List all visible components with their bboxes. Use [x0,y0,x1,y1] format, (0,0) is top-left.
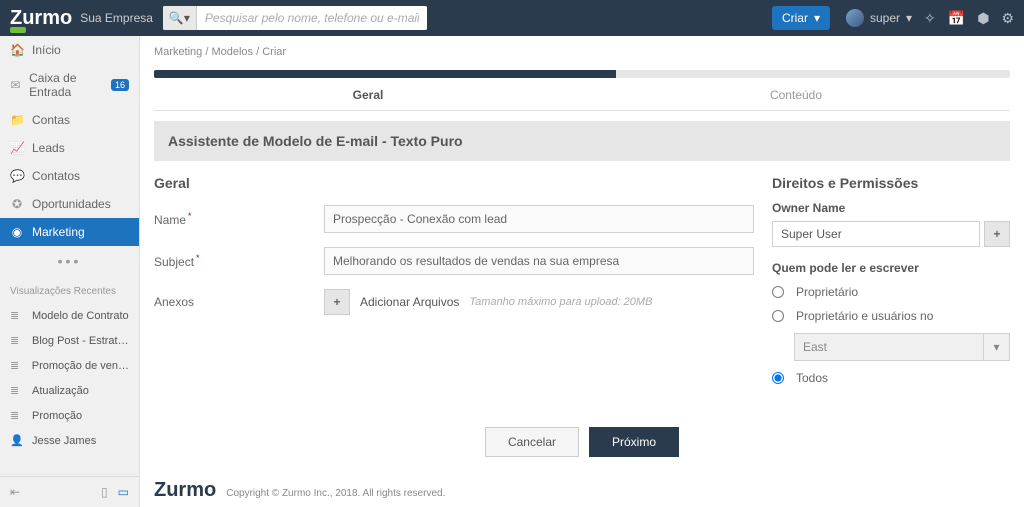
wand-icon[interactable]: ✧ [924,10,936,27]
name-input[interactable] [324,205,754,233]
recent-views-title: Visualizações Recentes [0,276,139,303]
rights-panel: Direitos e Permissões Owner Name + Quem … [772,175,1010,395]
sidebar-item-leads[interactable]: 📈Leads [0,134,139,162]
user-name: super [870,11,900,25]
cube-icon[interactable]: ⬢ [977,10,989,27]
group-select[interactable]: East ▾ [794,333,1010,361]
dot-icon: ◉ [10,225,24,239]
radio-everyone-label: Todos [796,371,828,385]
home-icon: 🏠 [10,43,24,57]
folder-icon: 📁 [10,113,24,127]
company-name: Sua Empresa [80,11,153,25]
section-title-geral: Geral [154,175,754,191]
sidebar-item-inbox[interactable]: ✉Caixa de Entrada16 [0,64,139,106]
topbar: Zurmo Sua Empresa 🔍▾ Criar▾ super ▾ ✧ 📅 … [0,0,1024,36]
chevron-down-icon: ▾ [906,11,912,25]
name-label: Name [154,211,324,227]
top-icons: super ▾ ✧ 📅 ⬢ ⚙ [846,9,1014,27]
breadcrumb-modelos[interactable]: Modelos [211,46,253,58]
desktop-icon[interactable]: ▭ [118,485,129,499]
sidebar-item-contas[interactable]: 📁Contas [0,106,139,134]
subject-label: Subject [154,253,324,269]
chat-icon: 💬 [10,169,24,183]
recent-item[interactable]: ≣Atualização [0,378,139,403]
radio-owner-label: Proprietário [796,285,858,299]
sidebar-more[interactable]: ••• [0,246,139,276]
stack-icon: ≣ [10,409,24,422]
add-attachment-label[interactable]: Adicionar Arquivos [360,295,459,309]
progress-bar-fill [154,70,616,78]
form-general: Geral Name Subject Anexos + Adicionar Ar… [154,175,754,395]
breadcrumb-marketing[interactable]: Marketing [154,46,202,58]
footer-logo: Zurmo [154,479,216,502]
stack-icon: ≣ [10,334,24,347]
who-can-label: Quem pode ler e escrever [772,261,1010,275]
recent-item[interactable]: ≣Blog Post - Estrat… [0,328,139,353]
user-menu[interactable]: super ▾ [846,9,912,27]
radio-owner[interactable] [772,286,784,298]
subject-input[interactable] [324,247,754,275]
tab-geral[interactable]: Geral [154,78,582,110]
breadcrumb-current: Criar [262,46,286,58]
search-group: 🔍▾ [163,6,427,30]
attachments-label: Anexos [154,295,324,309]
stack-icon: ≣ [10,359,24,372]
next-button[interactable]: Próximo [589,427,679,457]
cancel-button[interactable]: Cancelar [485,427,579,457]
search-input[interactable] [197,6,427,30]
owner-name-label: Owner Name [772,201,1010,215]
stack-icon: ≣ [10,384,24,397]
radio-owner-group-label: Proprietário e usuários no [796,309,933,323]
recent-item[interactable]: ≣Promoção [0,403,139,428]
rights-title: Direitos e Permissões [772,175,1010,191]
radio-everyone[interactable] [772,372,784,384]
chart-icon: 📈 [10,141,24,155]
wizard-tabs: Geral Conteúdo [154,78,1010,111]
recent-item[interactable]: 👤Jesse James [0,428,139,453]
radio-owner-group[interactable] [772,310,784,322]
group-select-value[interactable]: East [794,333,984,361]
search-icon: 🔍 [169,11,184,25]
chevron-down-icon: ▾ [814,11,820,25]
footer-copyright: Copyright © Zurmo Inc., 2018. All rights… [226,488,445,499]
stack-icon: ≣ [10,309,24,322]
owner-input[interactable] [772,221,980,247]
inbox-badge: 16 [111,79,129,91]
panel-title: Assistente de Modelo de E-mail - Texto P… [154,121,1010,161]
calendar-icon[interactable]: 📅 [948,10,965,27]
avatar [846,9,864,27]
app-logo[interactable]: Zurmo [10,7,72,30]
sidebar-item-contatos[interactable]: 💬Contatos [0,162,139,190]
recent-item[interactable]: ≣Promoção de ven… [0,353,139,378]
wizard-progress [154,70,1010,78]
target-icon: ✪ [10,197,24,211]
sidebar-bottom: ⇤ ▯ ▭ [0,476,139,507]
add-attachment-button[interactable]: + [324,289,350,315]
sidebar: 🏠Início ✉Caixa de Entrada16 📁Contas 📈Lea… [0,36,140,507]
breadcrumb: Marketing / Modelos / Criar [140,36,1024,64]
chevron-down-icon[interactable]: ▾ [984,333,1010,361]
footer: Zurmo Copyright © Zurmo Inc., 2018. All … [140,479,1024,507]
sidebar-item-marketing[interactable]: ◉Marketing [0,218,139,246]
main-content: Marketing / Modelos / Criar Geral Conteú… [140,36,1024,507]
person-icon: 👤 [10,434,24,447]
mail-icon: ✉ [10,78,21,92]
gear-icon[interactable]: ⚙ [1001,10,1014,27]
collapse-icon[interactable]: ⇤ [10,485,20,499]
attachment-hint: Tamanho máximo para upload: 20MB [469,296,652,308]
tab-conteudo[interactable]: Conteúdo [582,78,1010,110]
create-button[interactable]: Criar▾ [772,6,830,30]
sidebar-item-oportunidades[interactable]: ✪Oportunidades [0,190,139,218]
mobile-icon[interactable]: ▯ [101,485,108,499]
wizard-buttons: Cancelar Próximo [140,409,1024,479]
owner-picker-button[interactable]: + [984,221,1010,247]
recent-item[interactable]: ≣Modelo de Contrato [0,303,139,328]
sidebar-item-inicio[interactable]: 🏠Início [0,36,139,64]
search-scope-dropdown[interactable]: 🔍▾ [163,6,197,30]
